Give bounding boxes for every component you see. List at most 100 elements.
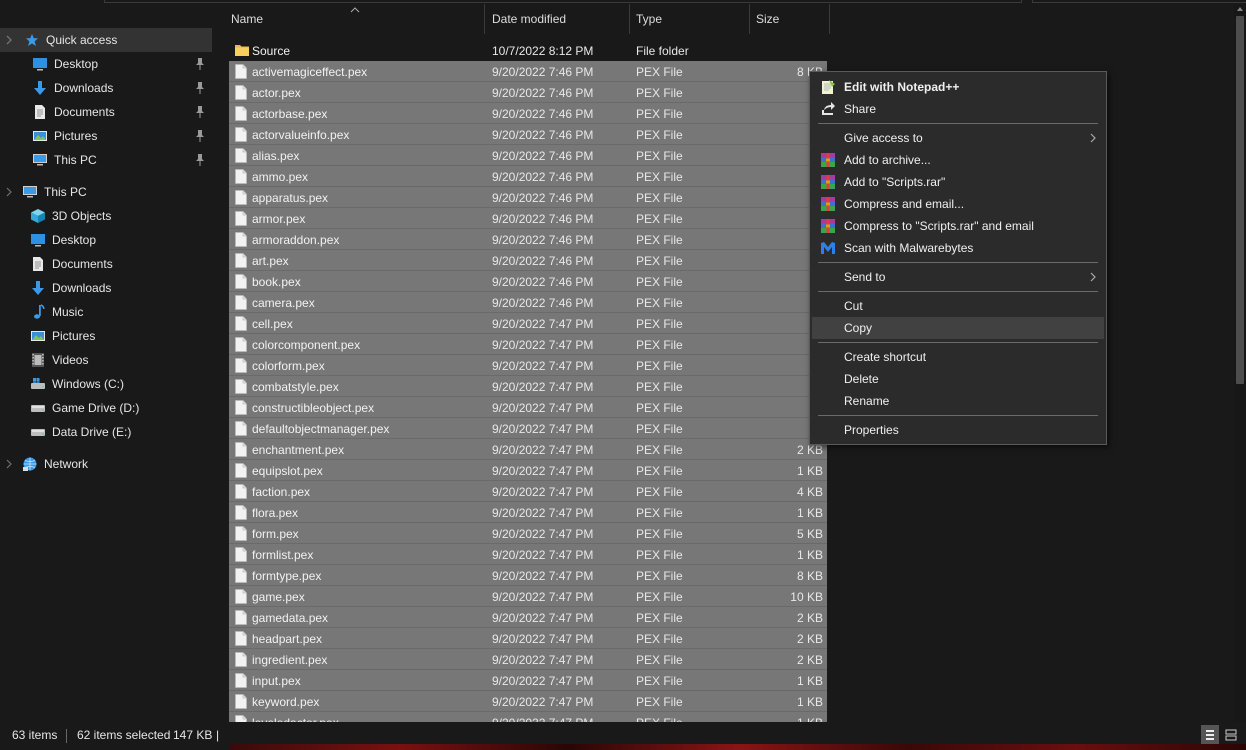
scroll-up-icon[interactable]: [1237, 6, 1243, 12]
nav-item-desktop[interactable]: Desktop: [0, 52, 212, 76]
file-row[interactable]: actorvalueinfo.pex 9/20/2022 7:46 PM PEX F…: [229, 124, 827, 145]
file-row[interactable]: form.pex 9/20/2022 7:47 PM PEX File 5 KB: [229, 523, 827, 544]
menu-item-rename[interactable]: Rename: [812, 390, 1104, 412]
column-size[interactable]: Size: [750, 4, 830, 34]
nav-item-network[interactable]: Network: [0, 452, 212, 476]
nav-item-quick-access[interactable]: Quick access: [0, 28, 212, 52]
file-row[interactable]: headpart.pex 9/20/2022 7:47 PM PEX File 2 K…: [229, 628, 827, 649]
file-row[interactable]: colorform.pex9/20/2022 7:47 PMPEX File2: [229, 355, 827, 376]
menu-item-delete[interactable]: Delete: [812, 368, 1104, 390]
menu-item-compress-and-email[interactable]: Compress and email...: [812, 193, 1104, 215]
file-type: PEX File: [636, 548, 683, 562]
file-row[interactable]: input.pex 9/20/2022 7:47 PM PEX File 1 KB: [229, 670, 827, 691]
nav-item-data-drive-e[interactable]: Data Drive (E:): [0, 420, 212, 444]
nav-item-videos[interactable]: Videos: [0, 348, 212, 372]
file-row[interactable]: ammo.pex9/20/2022 7:46 PMPEX File1: [229, 166, 827, 187]
file-row[interactable]: book.pex9/20/2022 7:46 PMPEX File1: [229, 271, 827, 292]
menu-item-compress-to-scripts-rar-and-email[interactable]: Compress to "Scripts.rar" and email: [812, 215, 1104, 237]
menu-item-cut[interactable]: Cut: [812, 295, 1104, 317]
file-date: 9/20/2022 7:46 PM: [492, 170, 594, 184]
menu-item-label: Edit with Notepad++: [844, 80, 960, 94]
file-row[interactable]: alias.pex9/20/2022 7:46 PMPEX File4: [229, 145, 827, 166]
nav-item-downloads[interactable]: Downloads: [0, 76, 212, 100]
monitor-icon: [32, 152, 48, 168]
address-bar-edge[interactable]: [104, 0, 1022, 3]
file-row[interactable]: apparatus.pex9/20/2022 7:46 PMPEX File1: [229, 187, 827, 208]
scrollbar-thumb[interactable]: [1236, 16, 1244, 384]
column-date[interactable]: Date modified: [486, 4, 630, 34]
nav-item-documents[interactable]: Documents: [0, 100, 212, 124]
column-type[interactable]: Type: [630, 4, 750, 34]
folder-row[interactable]: Source 10/7/2022 8:12 PM File folder: [229, 40, 827, 61]
large-icons-view-icon[interactable]: [1222, 725, 1240, 745]
file-row[interactable]: gamedata.pex 9/20/2022 7:47 PM PEX File 2 K…: [229, 607, 827, 628]
file-row[interactable]: ingredient.pex 9/20/2022 7:47 PM PEX File 2…: [229, 649, 827, 670]
vertical-scrollbar[interactable]: [1234, 4, 1246, 722]
menu-item-send-to[interactable]: Send to: [812, 266, 1104, 288]
menu-separator: [818, 291, 1098, 292]
file-row[interactable]: keyword.pex 9/20/2022 7:47 PM PEX File 1 KB: [229, 691, 827, 712]
file-row[interactable]: cell.pex9/20/2022 7:47 PMPEX File2: [229, 313, 827, 334]
file-type: PEX File: [636, 695, 683, 709]
nav-item-game-drive-d[interactable]: Game Drive (D:): [0, 396, 212, 420]
file-row[interactable]: activemagiceffect.pex 9/20/2022 7:46 PM PE…: [229, 61, 827, 82]
file-name: actorbase.pex: [252, 107, 328, 121]
malwarebytes-icon: [820, 240, 836, 256]
file-row[interactable]: actor.pex9/20/2022 7:46 PMPEX File15: [229, 82, 827, 103]
file-row[interactable]: colorcomponent.pex 9/20/2022 7:47 PM PEX F…: [229, 334, 827, 355]
menu-item-label: Create shortcut: [844, 350, 927, 364]
file-type: PEX File: [636, 233, 683, 247]
file-row[interactable]: game.pex 9/20/2022 7:47 PM PEX File 10 KB: [229, 586, 827, 607]
file-row[interactable]: art.pex9/20/2022 7:46 PMPEX File1: [229, 250, 827, 271]
file-date: 9/20/2022 7:47 PM: [492, 674, 594, 688]
file-row[interactable]: armoraddon.pex9/20/2022 7:46 PMPEX File2: [229, 229, 827, 250]
menu-item-add-to-scripts-rar[interactable]: Add to "Scripts.rar": [812, 171, 1104, 193]
file-name: defaultobjectmanager.pex: [252, 422, 390, 436]
file-row[interactable]: enchantment.pex 9/20/2022 7:47 PM PEX File…: [229, 439, 827, 460]
menu-item-edit-with-notepad[interactable]: Edit with Notepad++: [812, 76, 1104, 98]
nav-item-3d-objects[interactable]: 3D Objects: [0, 204, 212, 228]
file-row[interactable]: formtype.pex 9/20/2022 7:47 PM PEX File 8 K…: [229, 565, 827, 586]
menu-item-give-access-to[interactable]: Give access to: [812, 127, 1104, 149]
menu-item-copy[interactable]: Copy: [812, 317, 1104, 339]
nav-item-music[interactable]: Music: [0, 300, 212, 324]
file-date: 9/20/2022 7:46 PM: [492, 149, 594, 163]
file-row[interactable]: faction.pex 9/20/2022 7:47 PM PEX File 4 KB: [229, 481, 827, 502]
file-row[interactable]: camera.pex9/20/2022 7:46 PMPEX File2: [229, 292, 827, 313]
nav-item-label: Downloads: [54, 81, 114, 95]
nav-item-pictures[interactable]: Pictures: [0, 124, 212, 148]
file-row[interactable]: flora.pex 9/20/2022 7:47 PM PEX File 1 KB: [229, 502, 827, 523]
nav-item-this-pc[interactable]: This PC: [0, 180, 212, 204]
file-row[interactable]: defaultobjectmanager.pex 9/20/2022 7:47 P…: [229, 418, 827, 439]
nav-item-pictures[interactable]: Pictures: [0, 324, 212, 348]
file-row[interactable]: actorbase.pex9/20/2022 7:46 PMPEX File3: [229, 103, 827, 124]
nav-item-label: Network: [44, 457, 89, 471]
file-row[interactable]: combatstyle.pex 9/20/2022 7:47 PM PEX File…: [229, 376, 827, 397]
menu-item-share[interactable]: Share: [812, 98, 1104, 120]
nav-item-desktop[interactable]: Desktop: [0, 228, 212, 252]
menu-item-properties[interactable]: Properties: [812, 419, 1104, 441]
document-icon: [30, 256, 46, 272]
nav-item-this-pc[interactable]: This PC: [0, 148, 212, 172]
file-row[interactable]: armor.pex9/20/2022 7:46 PMPEX File5: [229, 208, 827, 229]
file-row[interactable]: constructibleobject.pex 9/20/2022 7:47 PM…: [229, 397, 827, 418]
search-box-edge[interactable]: [1032, 0, 1246, 3]
details-view-icon[interactable]: [1201, 725, 1219, 745]
menu-item-add-to-archive[interactable]: Add to archive...: [812, 149, 1104, 171]
file-row[interactable]: leveledactor.pex9/20/2022 7:47 PMPEX Fil…: [229, 712, 827, 722]
file-name: equipslot.pex: [252, 464, 323, 478]
nav-item-documents[interactable]: Documents: [0, 252, 212, 276]
file-size: 1 KB: [796, 674, 823, 688]
menu-item-create-shortcut[interactable]: Create shortcut: [812, 346, 1104, 368]
nav-item-windows-c[interactable]: Windows (C:): [0, 372, 212, 396]
file-type: PEX File: [636, 275, 683, 289]
file-name: colorform.pex: [252, 359, 325, 373]
menu-item-label: Add to archive...: [844, 153, 931, 167]
file-date: 9/20/2022 7:46 PM: [492, 233, 594, 247]
file-row[interactable]: equipslot.pex 9/20/2022 7:47 PM PEX File 1 …: [229, 460, 827, 481]
file-type: PEX File: [636, 422, 683, 436]
file-icon: [235, 337, 247, 352]
nav-item-downloads[interactable]: Downloads: [0, 276, 212, 300]
menu-item-scan-with-malwarebytes[interactable]: Scan with Malwarebytes: [812, 237, 1104, 259]
file-row[interactable]: formlist.pex 9/20/2022 7:47 PM PEX File 1 K…: [229, 544, 827, 565]
